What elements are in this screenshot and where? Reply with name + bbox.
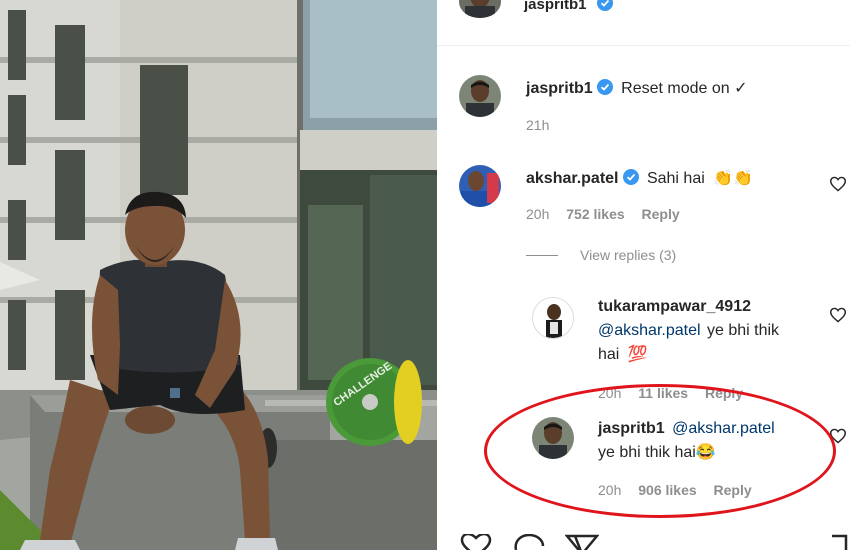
commenter-avatar[interactable] (459, 165, 501, 207)
reply-time: 20h (598, 385, 622, 401)
reply-avatar[interactable] (532, 297, 574, 339)
comment-icon[interactable] (512, 533, 546, 550)
reply-likes[interactable]: 906 likes (638, 482, 696, 498)
reply-text: ye bhi thik (706, 322, 780, 339)
reply-item: tukarampawar_4912 @akshar.patel ye bhi t… (437, 292, 850, 402)
comment-text: Sahi hai (646, 170, 705, 187)
reply-username[interactable]: tukarampawar_4912 (598, 298, 751, 316)
hundred-emoji: 💯 (627, 346, 648, 363)
heart-icon[interactable] (829, 307, 847, 323)
view-replies-label: View replies (3) (580, 247, 677, 263)
reply-item: jaspritb1 @akshar.patel ye bhi thik hai😂… (437, 413, 850, 503)
post-photo: CHALLENGE (0, 0, 437, 550)
author-avatar[interactable] (459, 0, 501, 18)
reply-button[interactable]: Reply (705, 385, 743, 401)
reply-avatar[interactable] (532, 417, 574, 459)
caption: jaspritb1 Reset mode on ✓ 21h (437, 72, 850, 142)
verified-badge-icon (622, 169, 639, 185)
heart-icon[interactable] (829, 176, 847, 192)
comment-time: 20h (526, 206, 550, 222)
action-bar (437, 532, 850, 550)
author-username[interactable]: jaspritb1 (524, 0, 587, 13)
caption-text: Reset mode on ✓ (621, 80, 748, 97)
comment-likes[interactable]: 752 likes (566, 206, 624, 222)
view-replies-button[interactable]: View replies (3) (526, 247, 676, 263)
caption-username[interactable]: jaspritb1 (526, 80, 593, 97)
verified-badge-icon (596, 79, 613, 95)
divider-line (526, 254, 558, 256)
reply-text: ye bhi thik hai (598, 444, 696, 461)
clap-emoji: 👏👏 (713, 170, 754, 187)
heart-icon[interactable] (459, 532, 493, 550)
reply-likes[interactable]: 11 likes (638, 385, 688, 401)
caption-time: 21h (526, 117, 550, 133)
mention-link[interactable]: @akshar.patel (672, 420, 775, 437)
commenter-username[interactable]: akshar.patel (526, 170, 619, 187)
laugh-emoji: 😂 (695, 444, 716, 461)
reply-username[interactable]: jaspritb1 (598, 420, 665, 437)
bookmark-icon[interactable] (830, 534, 848, 550)
comments-panel: jaspritb1 jaspritb1 Reset mode on ✓ 21h … (437, 0, 850, 550)
reply-text-cont: hai (598, 346, 620, 363)
mention-link[interactable]: @akshar.patel (598, 322, 701, 339)
verified-badge-icon (597, 0, 613, 16)
reply-time: 20h (598, 482, 622, 498)
reply-button[interactable]: Reply (642, 206, 680, 222)
heart-icon[interactable] (829, 428, 847, 444)
post-header: jaspritb1 (437, 0, 850, 46)
comment-item: akshar.patel Sahi hai 👏👏 20h 752 likes R… (437, 160, 850, 240)
caption-avatar[interactable] (459, 75, 501, 117)
share-icon[interactable] (564, 534, 600, 550)
post-image: CHALLENGE (0, 0, 437, 550)
reply-button[interactable]: Reply (714, 482, 752, 498)
